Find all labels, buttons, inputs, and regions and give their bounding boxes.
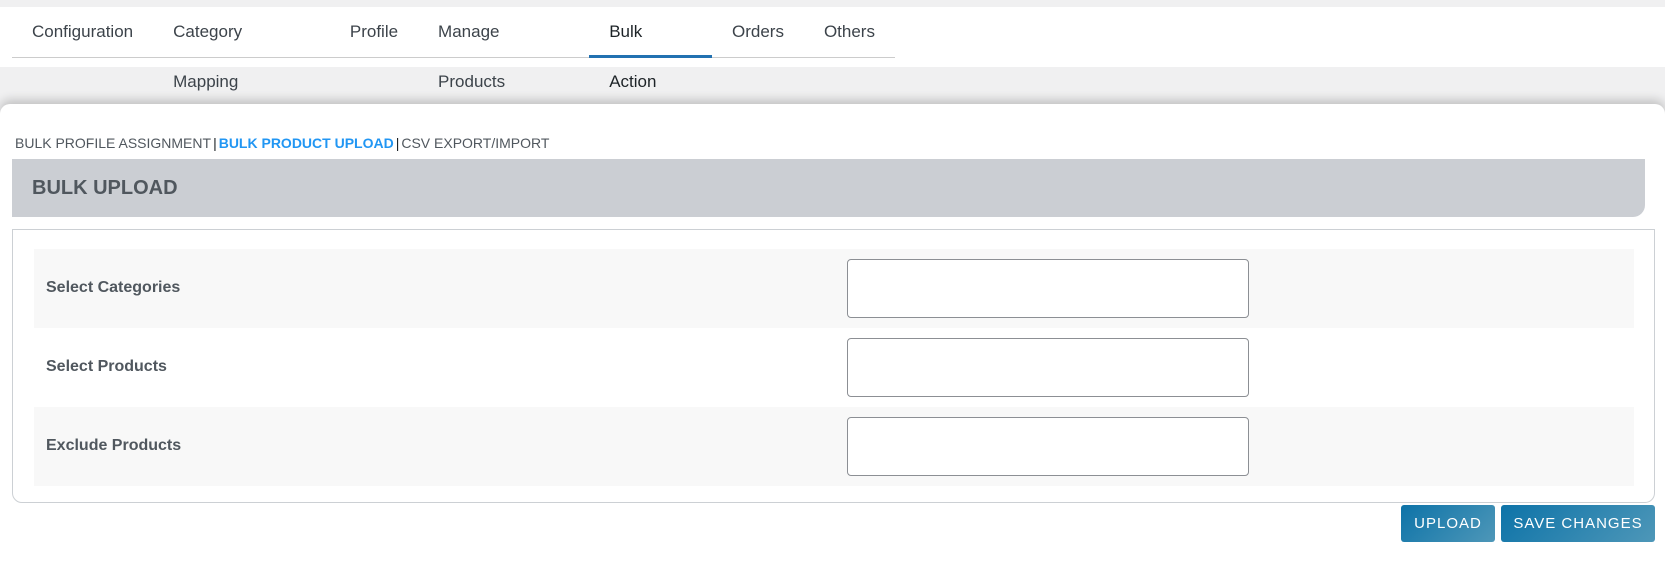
tab-list: Configuration Category Mapping Profile M… xyxy=(12,7,895,91)
bulk-action-panel: BULK PROFILE ASSIGNMENT | BULK PRODUCT UPL… xyxy=(0,104,1665,568)
tab-others[interactable]: Others xyxy=(804,7,895,58)
select-categories-input[interactable] xyxy=(847,259,1249,318)
upload-button[interactable]: UPLOAD xyxy=(1401,505,1495,542)
form-row-categories: Select Categories xyxy=(34,249,1634,328)
form-row-products: Select Products xyxy=(34,328,1634,407)
top-tab-bar: Configuration Category Mapping Profile M… xyxy=(0,7,1665,91)
save-changes-button[interactable]: SAVE CHANGES xyxy=(1501,505,1655,542)
sub-navigation: BULK PROFILE ASSIGNMENT | BULK PRODUCT UPL… xyxy=(15,135,549,151)
separator: | xyxy=(395,135,400,151)
tab-manage-products[interactable]: Manage Products xyxy=(418,7,589,91)
bulk-upload-form: Select Categories Select Products Exclud… xyxy=(12,229,1655,503)
separator: | xyxy=(213,135,217,151)
tab-orders[interactable]: Orders xyxy=(712,7,804,58)
exclude-products-input[interactable] xyxy=(847,417,1249,476)
tab-profile[interactable]: Profile xyxy=(330,7,418,58)
field-label: Select Products xyxy=(46,358,167,375)
bulk-product-upload-link[interactable]: BULK PRODUCT UPLOAD xyxy=(219,135,394,151)
section-title: BULK UPLOAD xyxy=(12,159,1645,217)
select-products-input[interactable] xyxy=(847,338,1249,397)
field-label: Exclude Products xyxy=(46,437,182,454)
tab-configuration[interactable]: Configuration xyxy=(12,7,153,58)
field-label: Select Categories xyxy=(46,279,181,296)
csv-export-import-link[interactable]: CSV EXPORT/IMPORT xyxy=(401,135,549,151)
bulk-profile-assignment-link[interactable]: BULK PROFILE ASSIGNMENT xyxy=(15,135,211,151)
form-row-exclude: Exclude Products xyxy=(34,407,1634,486)
tab-bulk-action[interactable]: Bulk Action xyxy=(589,7,712,91)
tab-category-mapping[interactable]: Category Mapping xyxy=(153,7,330,91)
